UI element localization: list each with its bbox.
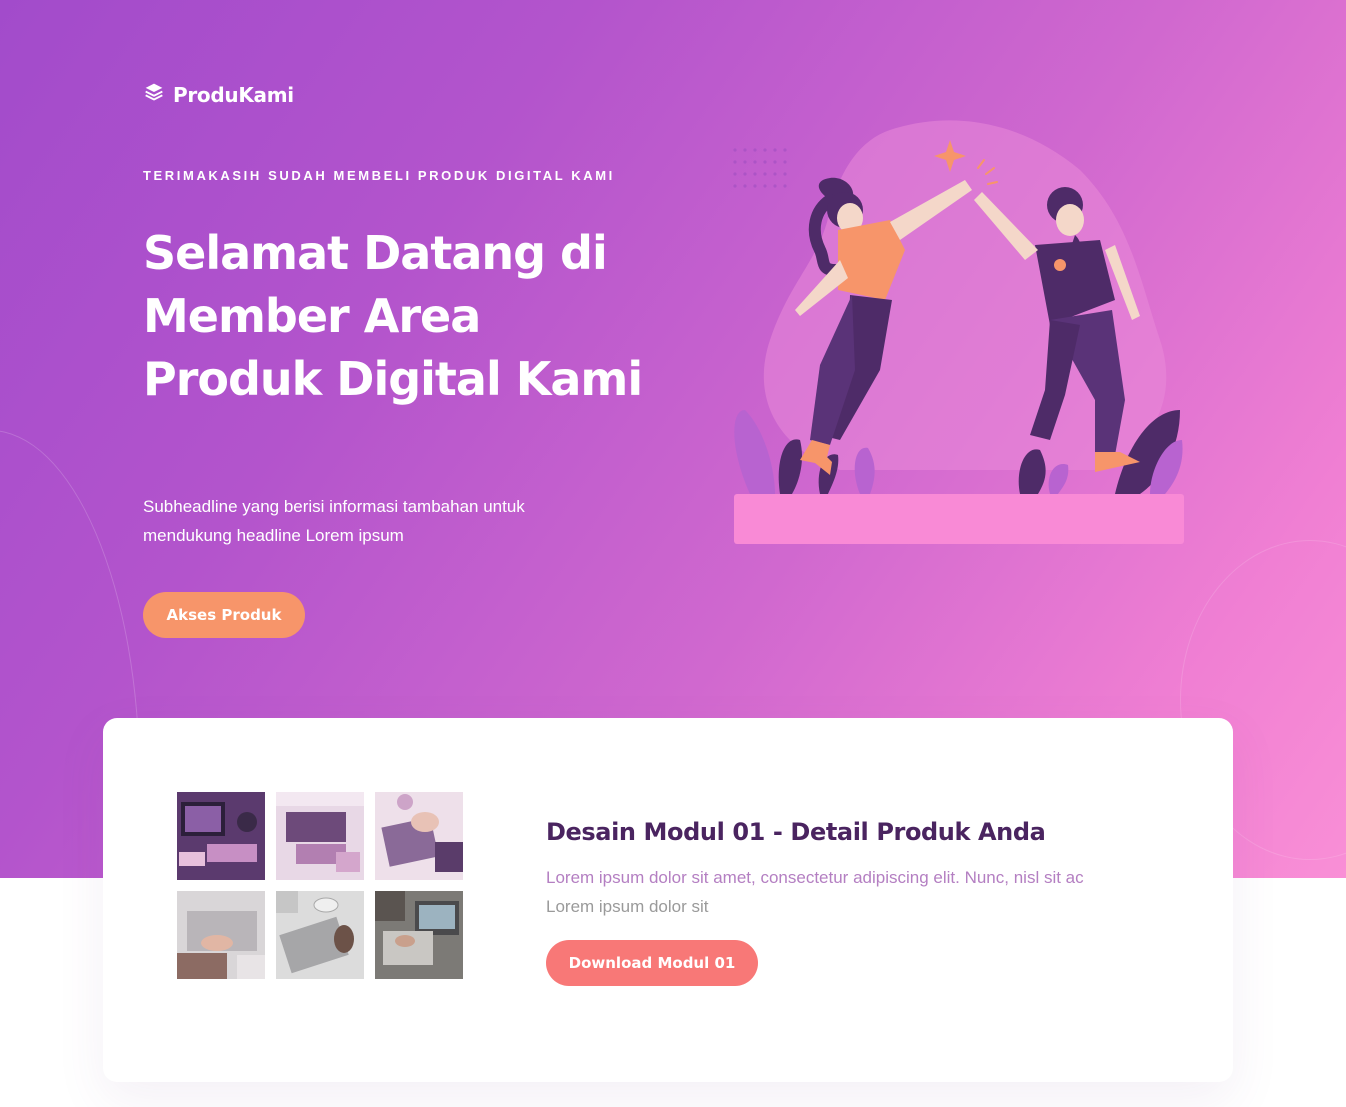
brand-name: ProduKami [173, 82, 294, 107]
dots-pattern [733, 148, 787, 188]
laptop-meeting-photo [375, 891, 463, 979]
module-description-line: Lorem ipsum dolor sit amet, consectetur … [546, 868, 1084, 887]
page-title: Selamat Datang di Member Area Produk Dig… [143, 226, 643, 406]
hero-subheadline: Subheadline yang berisi informasi tambah… [143, 497, 525, 545]
brand-logo[interactable]: ProduKami [144, 82, 294, 107]
laptop-typing-photo [375, 792, 463, 880]
access-product-button[interactable]: Akses Produk [143, 592, 305, 638]
hero-eyebrow: TERIMAKASIH SUDAH MEMBELI PRODUK DIGITAL… [143, 168, 615, 183]
module-card: Desain Modul 01 - Detail Produk Anda Lor… [103, 718, 1233, 1082]
coffee-laptop-photo [276, 891, 364, 979]
module-title: Desain Modul 01 - Detail Produk Anda [546, 818, 1046, 846]
module-description: Lorem ipsum dolor sit amet, consectetur … [546, 863, 1146, 921]
laptop-hands-photo [177, 891, 265, 979]
module-description-line: Lorem ipsum dolor sit [546, 897, 709, 916]
download-module-button[interactable]: Download Modul 01 [546, 940, 758, 986]
high-five-illustration [720, 110, 1200, 555]
layers-icon [144, 82, 164, 107]
desk-computer-photo [177, 792, 265, 880]
workspace-photo [276, 792, 364, 880]
module-thumbnail-grid [177, 792, 467, 982]
